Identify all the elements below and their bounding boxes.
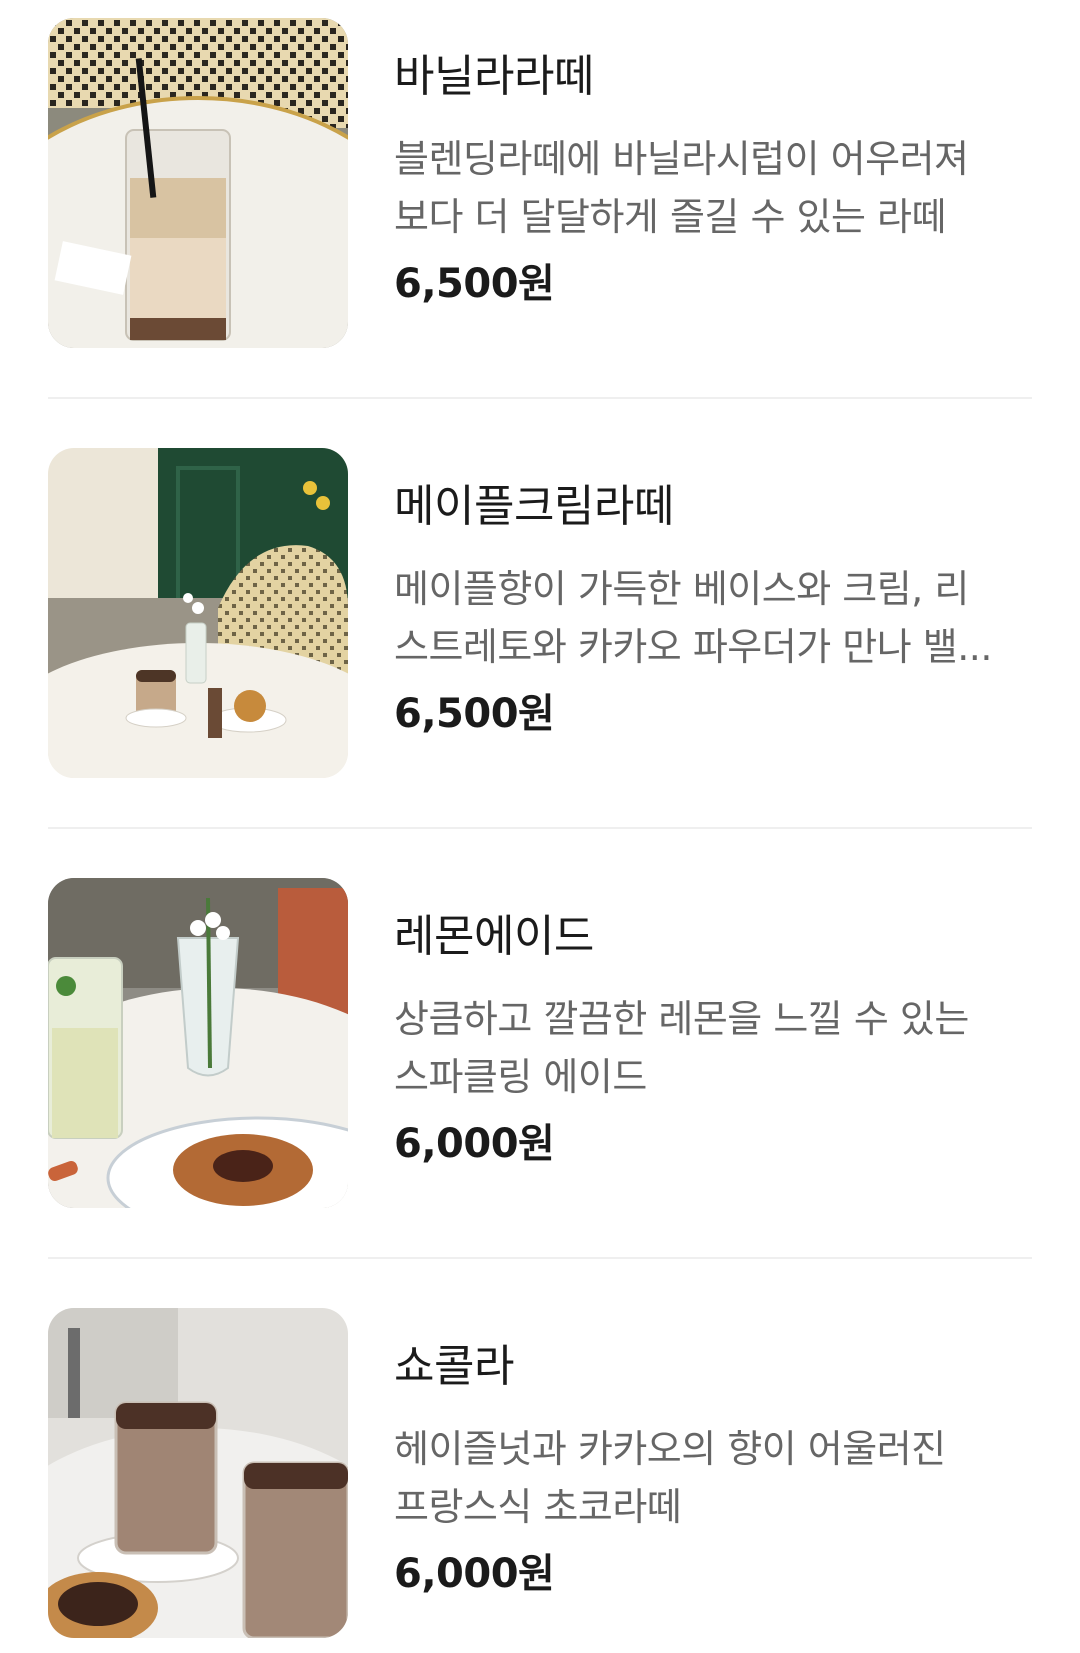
description-line: 스트레토와 카카오 파우더가 만나 밸...	[394, 625, 992, 669]
menu-item-price: 6,500원	[394, 691, 555, 737]
description-line: 보다 더 달달하게 즐길 수 있는 라떼	[394, 195, 946, 239]
item-divider	[48, 397, 1032, 399]
description-line: 상큼하고 깔끔한 레몬을 느낄 수 있는	[394, 997, 969, 1041]
menu-item-info: 레몬에이드 상큼하고 깔끔한 레몬을 느낄 수 있는 스파클링 에이드 6,00…	[394, 878, 1034, 1208]
menu-item-photo	[48, 448, 348, 778]
menu-list: 바닐라라떼 블렌딩라떼에 바닐라시럽이 어우러져 보다 더 달달하게 즐길 수 …	[0, 0, 1080, 1653]
menu-item-info: 메이플크림라떼 메이플향이 가득한 베이스와 크림, 리 스트레토와 카카오 파…	[394, 448, 1034, 778]
menu-item-info: 쇼콜라 헤이즐넛과 카카오의 향이 어울러진 프랑스식 초코라떼 6,000원	[394, 1308, 1034, 1638]
menu-item-description: 블렌딩라떼에 바닐라시럽이 어우러져 보다 더 달달하게 즐길 수 있는 라떼	[394, 130, 1034, 246]
description-line: 헤이즐넛과 카카오의 향이 어울러진	[394, 1427, 946, 1471]
item-divider	[48, 827, 1032, 829]
menu-item-lemonade[interactable]: 레몬에이드 상큼하고 깔끔한 레몬을 느낄 수 있는 스파클링 에이드 6,00…	[48, 878, 1032, 1208]
menu-item-name: 레몬에이드	[394, 911, 594, 962]
menu-item-maple-cream-latte[interactable]: 메이플크림라떼 메이플향이 가득한 베이스와 크림, 리 스트레토와 카카오 파…	[48, 448, 1032, 778]
menu-item-info: 바닐라라떼 블렌딩라떼에 바닐라시럽이 어우러져 보다 더 달달하게 즐길 수 …	[394, 18, 1034, 348]
menu-item-name: 쇼콜라	[394, 1341, 514, 1392]
menu-item-vanilla-latte[interactable]: 바닐라라떼 블렌딩라떼에 바닐라시럽이 어우러져 보다 더 달달하게 즐길 수 …	[48, 18, 1032, 348]
menu-item-photo	[48, 1308, 348, 1638]
menu-item-description: 메이플향이 가득한 베이스와 크림, 리 스트레토와 카카오 파우더가 만나 밸…	[394, 560, 1034, 676]
menu-item-description: 상큼하고 깔끔한 레몬을 느낄 수 있는 스파클링 에이드	[394, 990, 1034, 1106]
item-divider	[48, 1257, 1032, 1259]
menu-item-name: 바닐라라떼	[394, 51, 594, 102]
menu-item-price: 6,000원	[394, 1121, 555, 1167]
menu-item-photo	[48, 878, 348, 1208]
menu-item-chocolat[interactable]: 쇼콜라 헤이즐넛과 카카오의 향이 어울러진 프랑스식 초코라떼 6,000원	[48, 1308, 1032, 1638]
description-line: 프랑스식 초코라떼	[394, 1485, 682, 1529]
menu-item-name: 메이플크림라떼	[394, 481, 674, 532]
menu-item-photo	[48, 18, 348, 348]
description-line: 메이플향이 가득한 베이스와 크림, 리	[394, 567, 969, 611]
description-line: 블렌딩라떼에 바닐라시럽이 어우러져	[394, 137, 969, 181]
description-line: 스파클링 에이드	[394, 1055, 647, 1099]
menu-item-price: 6,000원	[394, 1551, 555, 1597]
menu-item-description: 헤이즐넛과 카카오의 향이 어울러진 프랑스식 초코라떼	[394, 1420, 1034, 1536]
menu-item-price: 6,500원	[394, 261, 555, 307]
